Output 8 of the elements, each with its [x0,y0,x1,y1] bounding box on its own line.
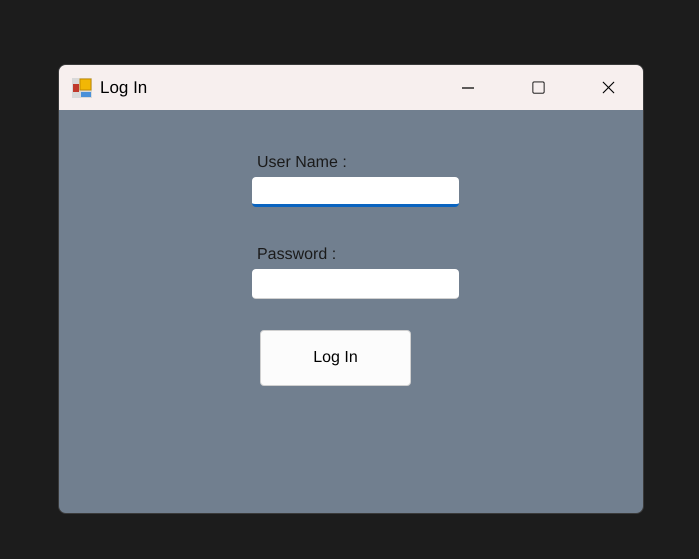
input-field[interactable] [252,177,459,207]
login-button[interactable]: Log In [260,330,411,386]
window-title: Log In [100,76,148,99]
app-icon [72,78,92,98]
minimize-icon [462,86,474,88]
maximize-icon [530,80,546,95]
field-label: User Name : [257,153,348,173]
field-label: Password : [257,245,338,265]
